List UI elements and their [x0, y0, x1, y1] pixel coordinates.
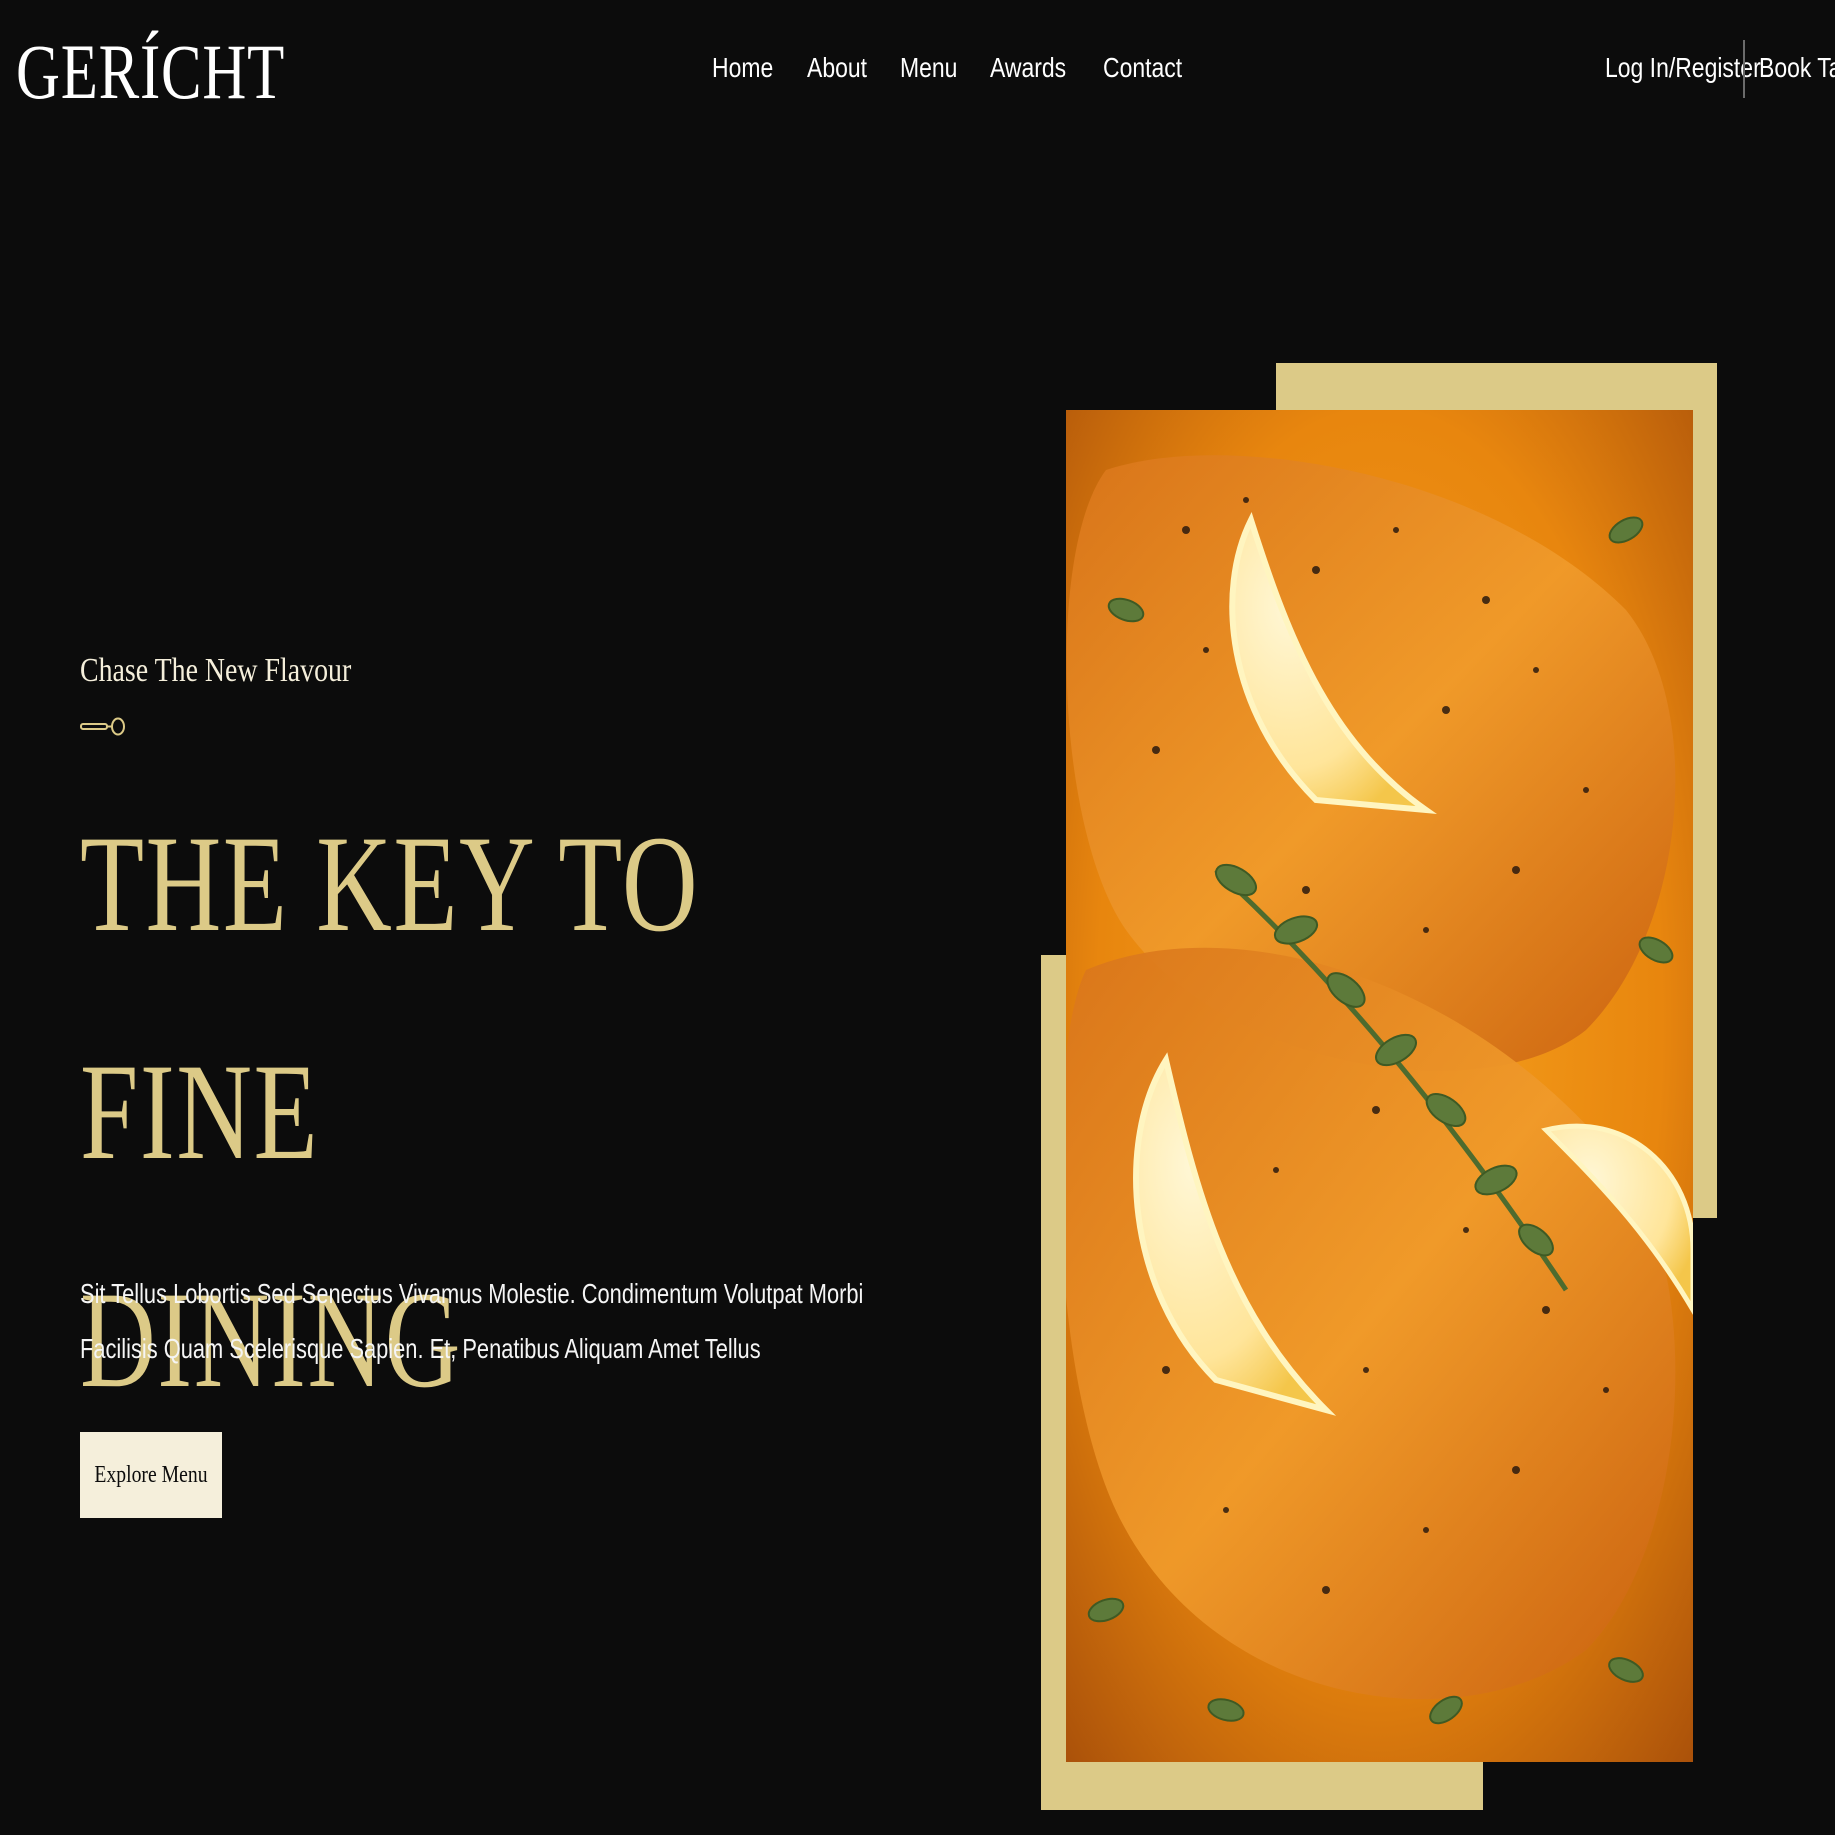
nav-link-home[interactable]: Home	[712, 52, 773, 84]
book-table-link[interactable]: Book Table	[1759, 52, 1835, 84]
hero-title-line1: THE KEY TO FINE	[80, 807, 700, 1188]
navbar: GERÍCHT Home About Menu Awards Contact L…	[0, 0, 1835, 140]
nav-links: Home About Menu Awards Contact	[712, 52, 1187, 84]
nav-divider	[1743, 40, 1745, 98]
explore-menu-label: Explore Menu	[94, 1461, 208, 1488]
nav-link-about[interactable]: About	[807, 52, 867, 84]
explore-menu-button[interactable]: Explore Menu	[80, 1432, 222, 1518]
brand-logo[interactable]: GERÍCHT	[16, 28, 285, 116]
hero-subtitle: Chase The New Flavour	[80, 652, 352, 689]
hero-description: Sit Tellus Lobortis Sed Senectus Vivamus…	[80, 1278, 864, 1364]
nav-link-contact[interactable]: Contact	[1103, 52, 1182, 84]
food-illustration	[1066, 410, 1693, 1762]
nav-link-awards[interactable]: Awards	[990, 52, 1066, 84]
login-register-link[interactable]: Log In/Register	[1605, 52, 1761, 84]
food-image	[1066, 410, 1693, 1762]
spoon-icon	[80, 717, 125, 736]
nav-link-menu[interactable]: Menu	[900, 52, 957, 84]
